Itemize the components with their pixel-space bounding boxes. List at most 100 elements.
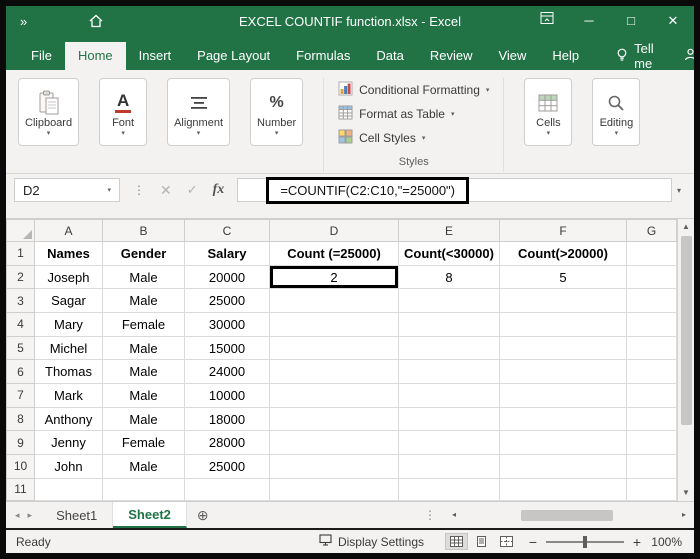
cell-D6[interactable] <box>270 360 399 384</box>
cell-F3[interactable] <box>500 289 627 313</box>
col-header-G[interactable]: G <box>627 220 677 242</box>
cell-G6[interactable] <box>627 360 677 384</box>
row-header-9[interactable]: 9 <box>7 431 35 455</box>
tab-formulas[interactable]: Formulas <box>283 42 363 70</box>
cancel-icon[interactable]: ✕ <box>160 182 172 199</box>
tab-file[interactable]: File <box>18 42 65 70</box>
tab-review[interactable]: Review <box>417 42 486 70</box>
cell-B9[interactable]: Female <box>103 431 185 455</box>
cell-A3[interactable]: Sagar <box>35 289 103 313</box>
page-layout-view-icon[interactable] <box>471 534 492 549</box>
scroll-down-icon[interactable]: ▼ <box>682 487 690 499</box>
sheet-nav-right-icon[interactable]: ▸ <box>25 510 36 521</box>
row-header-8[interactable]: 8 <box>7 407 35 431</box>
cell-E9[interactable] <box>399 431 500 455</box>
display-settings-button[interactable]: Display Settings <box>307 534 436 549</box>
ribbon-group-font[interactable]: AFont▾ <box>99 78 147 146</box>
vertical-scrollbar[interactable]: ▲ ▼ <box>677 219 694 501</box>
cell-A5[interactable]: Michel <box>35 336 103 360</box>
tab-insert[interactable]: Insert <box>126 42 185 70</box>
enter-icon[interactable]: ✓ <box>187 182 198 198</box>
zoom-slider[interactable] <box>546 541 624 543</box>
col-header-A[interactable]: A <box>35 220 103 242</box>
select-all-corner[interactable] <box>7 220 35 242</box>
scroll-right-icon[interactable]: ▸ <box>678 509 690 521</box>
cell-F2[interactable]: 5 <box>500 265 627 289</box>
cell-C2[interactable]: 20000 <box>185 265 270 289</box>
cell-D8[interactable] <box>270 407 399 431</box>
cell-G10[interactable] <box>627 455 677 479</box>
minimize-button[interactable]: ─ <box>568 6 610 36</box>
cell-D10[interactable] <box>270 455 399 479</box>
col-header-D[interactable]: D <box>270 220 399 242</box>
cell-A6[interactable]: Thomas <box>35 360 103 384</box>
cell-C4[interactable]: 30000 <box>185 313 270 337</box>
cell-C3[interactable]: 25000 <box>185 289 270 313</box>
cell-C10[interactable]: 25000 <box>185 455 270 479</box>
cell-E2[interactable]: 8 <box>399 265 500 289</box>
cell-G11[interactable] <box>627 478 677 500</box>
cell-F1[interactable]: Count(>20000) <box>500 242 627 266</box>
maximize-button[interactable]: □ <box>610 6 652 36</box>
cell-C7[interactable]: 10000 <box>185 384 270 408</box>
cell-F6[interactable] <box>500 360 627 384</box>
zoom-slider-thumb[interactable] <box>583 536 587 548</box>
cell-A9[interactable]: Jenny <box>35 431 103 455</box>
cell-C9[interactable]: 28000 <box>185 431 270 455</box>
formula-input[interactable]: =COUNTIF(C2:C10,"=25000") <box>237 178 672 202</box>
cell-F9[interactable] <box>500 431 627 455</box>
cell-F8[interactable] <box>500 407 627 431</box>
quick-access-chevrons-icon[interactable]: » <box>6 14 37 29</box>
cell-B3[interactable]: Male <box>103 289 185 313</box>
cell-F10[interactable] <box>500 455 627 479</box>
horizontal-scroll-thumb[interactable] <box>521 510 613 521</box>
name-box-dropdown-icon[interactable]: ▾ <box>107 186 111 194</box>
name-box[interactable]: D2 ▾ <box>14 178 120 202</box>
cell-D3[interactable] <box>270 289 399 313</box>
cell-B2[interactable]: Male <box>103 265 185 289</box>
ribbon-group-clipboard[interactable]: Clipboard▾ <box>18 78 79 146</box>
cell-B8[interactable]: Male <box>103 407 185 431</box>
cell-D9[interactable] <box>270 431 399 455</box>
cell-G9[interactable] <box>627 431 677 455</box>
ribbon-group-alignment[interactable]: Alignment▾ <box>167 78 230 146</box>
row-header-4[interactable]: 4 <box>7 313 35 337</box>
scroll-left-icon[interactable]: ◂ <box>448 509 460 521</box>
sheet-tab-sheet1[interactable]: Sheet1 <box>41 502 113 528</box>
cell-E8[interactable] <box>399 407 500 431</box>
col-header-B[interactable]: B <box>103 220 185 242</box>
col-header-F[interactable]: F <box>500 220 627 242</box>
row-header-10[interactable]: 10 <box>7 455 35 479</box>
cell-G1[interactable] <box>627 242 677 266</box>
cell-E3[interactable] <box>399 289 500 313</box>
cell-D7[interactable] <box>270 384 399 408</box>
home-icon[interactable] <box>89 14 103 28</box>
cell-F4[interactable] <box>500 313 627 337</box>
cell-B4[interactable]: Female <box>103 313 185 337</box>
cell-A8[interactable]: Anthony <box>35 407 103 431</box>
cell-C1[interactable]: Salary <box>185 242 270 266</box>
tab-help[interactable]: Help <box>539 42 592 70</box>
row-header-11[interactable]: 11 <box>7 478 35 500</box>
zoom-in-icon[interactable]: + <box>631 534 643 550</box>
cell-G5[interactable] <box>627 336 677 360</box>
cell-D2[interactable]: 2 <box>270 265 399 289</box>
row-header-6[interactable]: 6 <box>7 360 35 384</box>
vertical-scroll-thumb[interactable] <box>681 236 692 425</box>
ribbon-group-editing[interactable]: Editing▾ <box>592 78 640 146</box>
cell-B1[interactable]: Gender <box>103 242 185 266</box>
cell-C5[interactable]: 15000 <box>185 336 270 360</box>
cell-D4[interactable] <box>270 313 399 337</box>
tab-data[interactable]: Data <box>363 42 416 70</box>
cell-G2[interactable] <box>627 265 677 289</box>
cell-G8[interactable] <box>627 407 677 431</box>
scroll-up-icon[interactable]: ▲ <box>682 221 690 233</box>
formula-bar-expand-icon[interactable]: ▾ <box>672 186 686 195</box>
styles-item-conditional-formatting[interactable]: Conditional Formatting▾ <box>338 78 489 102</box>
cell-F7[interactable] <box>500 384 627 408</box>
cell-B7[interactable]: Male <box>103 384 185 408</box>
row-header-5[interactable]: 5 <box>7 336 35 360</box>
tab-view[interactable]: View <box>485 42 539 70</box>
insert-function-icon[interactable]: fx <box>213 182 225 198</box>
ribbon-display-options-icon[interactable] <box>526 6 568 36</box>
